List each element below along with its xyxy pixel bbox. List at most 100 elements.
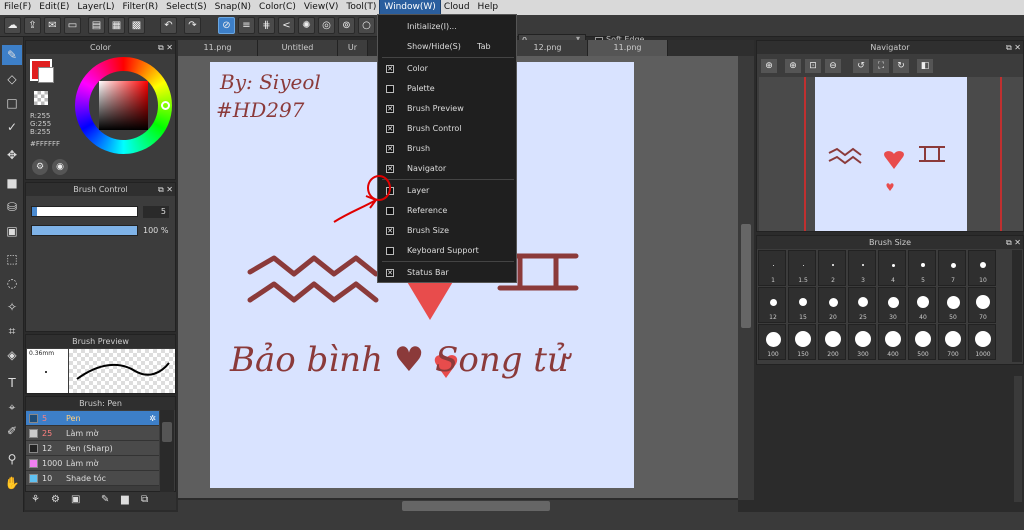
undo-icon[interactable]: ↶ [160, 17, 177, 34]
move-tool-icon[interactable]: ✥ [2, 145, 22, 165]
window-menu-item[interactable]: Palette [378, 79, 518, 99]
brush-size-cell[interactable]: 70 [968, 287, 996, 323]
brush-size-cell[interactable]: 7 [938, 250, 966, 286]
divide-tool-icon[interactable]: ✐ [2, 421, 22, 441]
zoom-in-icon[interactable]: ⊕ [785, 59, 801, 73]
menu-snapn[interactable]: Snap(N) [211, 0, 255, 15]
menu-toolt[interactable]: Tool(T) [342, 0, 380, 15]
brush-size-cell[interactable]: 1 [758, 250, 786, 286]
vertical-scrollbar[interactable] [738, 56, 754, 500]
add-brush-icon[interactable]: ⚘ [31, 494, 40, 505]
menu-filef[interactable]: File(F) [0, 0, 35, 15]
brush-group-icon[interactable]: ▣ [71, 494, 80, 505]
document-tab[interactable]: Untitled [258, 40, 338, 56]
menu-help[interactable]: Help [474, 0, 503, 15]
brush-size-cell[interactable]: 300 [848, 324, 876, 360]
bucket-tool-icon[interactable]: ⛁ [2, 197, 22, 217]
brush-size-cell[interactable]: 700 [938, 324, 966, 360]
menu-checkbox[interactable]: ✕ [386, 125, 394, 133]
brush-list-item[interactable]: 1000 Làm mờ [26, 456, 159, 471]
brush-size-cell[interactable]: 1000 [968, 324, 996, 360]
window-menu-item[interactable]: Keyboard Support [378, 241, 518, 261]
text-tool-icon[interactable]: T [2, 373, 22, 393]
navigator-preview[interactable] [759, 77, 1023, 231]
brush-size-cell[interactable]: 40 [908, 287, 936, 323]
snap-radial-icon[interactable]: ✺ [298, 17, 315, 34]
brush-list-item[interactable]: 12 Pen (Sharp) [26, 441, 159, 456]
background-color-swatch[interactable] [38, 67, 54, 83]
chat-icon[interactable]: ✉ [44, 17, 61, 34]
window-menu-item[interactable]: Initialize(I)... [378, 17, 518, 37]
document-tab[interactable]: 11.png [178, 40, 258, 56]
folder-icon[interactable]: ▆ [121, 494, 129, 505]
brush-size-cell[interactable]: 400 [878, 324, 906, 360]
operation-tool-icon[interactable]: ⌖ [2, 397, 22, 417]
dock-scrollbar[interactable] [1014, 376, 1022, 502]
select-pen-icon[interactable]: ⌗ [2, 321, 22, 341]
brush-size-cell[interactable]: 150 [788, 324, 816, 360]
menu-filterr[interactable]: Filter(R) [119, 0, 163, 15]
palette-mode-icon[interactable]: ◉ [52, 159, 68, 175]
menu-selects[interactable]: Select(S) [162, 0, 211, 15]
window-menu-item[interactable]: Layer [378, 181, 518, 201]
window-menu-item[interactable]: Show/Hide(S) Tab [378, 37, 518, 57]
menu-viewv[interactable]: View(V) [300, 0, 343, 15]
menu-checkbox[interactable]: ✕ [386, 145, 394, 153]
brush-settings-icon[interactable]: ⚙ [51, 494, 60, 505]
rect-tool-icon[interactable]: □ [2, 93, 22, 113]
select-rect-icon[interactable]: ⬚ [2, 249, 22, 269]
fit-window-icon[interactable]: ⛶ [873, 59, 889, 73]
brush-size-cell[interactable]: 500 [908, 324, 936, 360]
comment-icon[interactable]: ▭ [64, 17, 81, 34]
brush-size-slider[interactable] [31, 206, 138, 217]
brush-list-item[interactable]: 5 Pen ✲ [26, 411, 159, 426]
select-eraser-icon[interactable]: ◈ [2, 345, 22, 365]
hue-selector[interactable] [161, 101, 170, 110]
window-menu-item[interactable]: ✕ Navigator [378, 159, 518, 179]
brush-opacity-value[interactable]: 100 % [143, 226, 168, 235]
brush-list-item[interactable]: 10 Shade tóc [26, 471, 159, 486]
brush-list-item[interactable]: 25 Làm mờ [26, 426, 159, 441]
brush-size-cell[interactable]: 2 [818, 250, 846, 286]
document-tab[interactable]: Ur [338, 40, 368, 56]
brush-size-cell[interactable]: 5 [908, 250, 936, 286]
window-menu-item[interactable]: ✕ Brush Preview [378, 99, 518, 119]
snap-grid-icon[interactable]: ⋕ [258, 17, 275, 34]
zoom-out-icon[interactable]: ⊖ [825, 59, 841, 73]
window-menu-item[interactable]: ✕ Brush Control [378, 119, 518, 139]
window-menu-item[interactable]: ✕ Status Bar [378, 263, 518, 283]
brush-size-cell[interactable]: 30 [878, 287, 906, 323]
line-tool-icon[interactable]: ✓ [2, 117, 22, 137]
menu-checkbox[interactable] [386, 207, 394, 215]
brush-size-value[interactable]: 5 [143, 206, 169, 218]
menu-cloud[interactable]: Cloud [440, 0, 474, 15]
document-tab[interactable]: 12.png [508, 40, 588, 56]
rotate-right-icon[interactable]: ↻ [893, 59, 909, 73]
brush-list-scrollbar[interactable] [160, 410, 174, 492]
brush-size-cell[interactable]: 1.5 [788, 250, 816, 286]
menu-checkbox[interactable] [386, 247, 394, 255]
snap-perspective-icon[interactable]: < [278, 17, 295, 34]
rotate-left-icon[interactable]: ↺ [853, 59, 869, 73]
horizontal-scrollbar[interactable] [178, 500, 738, 512]
brush-size-cell[interactable]: 25 [848, 287, 876, 323]
cloud-icon[interactable]: ☁ [4, 17, 21, 34]
menu-edite[interactable]: Edit(E) [35, 0, 73, 15]
color-picker-mode-icon[interactable]: ⚙ [32, 159, 48, 175]
transparent-color-icon[interactable] [34, 91, 48, 105]
menu-colorc[interactable]: Color(C) [255, 0, 300, 15]
brush-size-cell[interactable]: 200 [818, 324, 846, 360]
snap-circle-icon[interactable]: ◎ [318, 17, 335, 34]
brush-size-cell[interactable]: 4 [878, 250, 906, 286]
color-wheel[interactable] [75, 57, 172, 154]
menu-checkbox[interactable]: ✕ [386, 227, 394, 235]
gradient-tool-icon[interactable]: ▣ [2, 221, 22, 241]
zoom-actual-icon[interactable]: ⊡ [805, 59, 821, 73]
menu-layerl[interactable]: Layer(L) [73, 0, 118, 15]
redo-icon[interactable]: ↷ [184, 17, 201, 34]
menu-checkbox[interactable]: ✕ [386, 105, 394, 113]
eyedropper-icon[interactable]: ⚲ [2, 449, 22, 469]
brush-size-cell[interactable]: 50 [938, 287, 966, 323]
snap-off-icon[interactable]: ⊘ [218, 17, 235, 34]
lasso-icon[interactable]: ◌ [2, 273, 22, 293]
